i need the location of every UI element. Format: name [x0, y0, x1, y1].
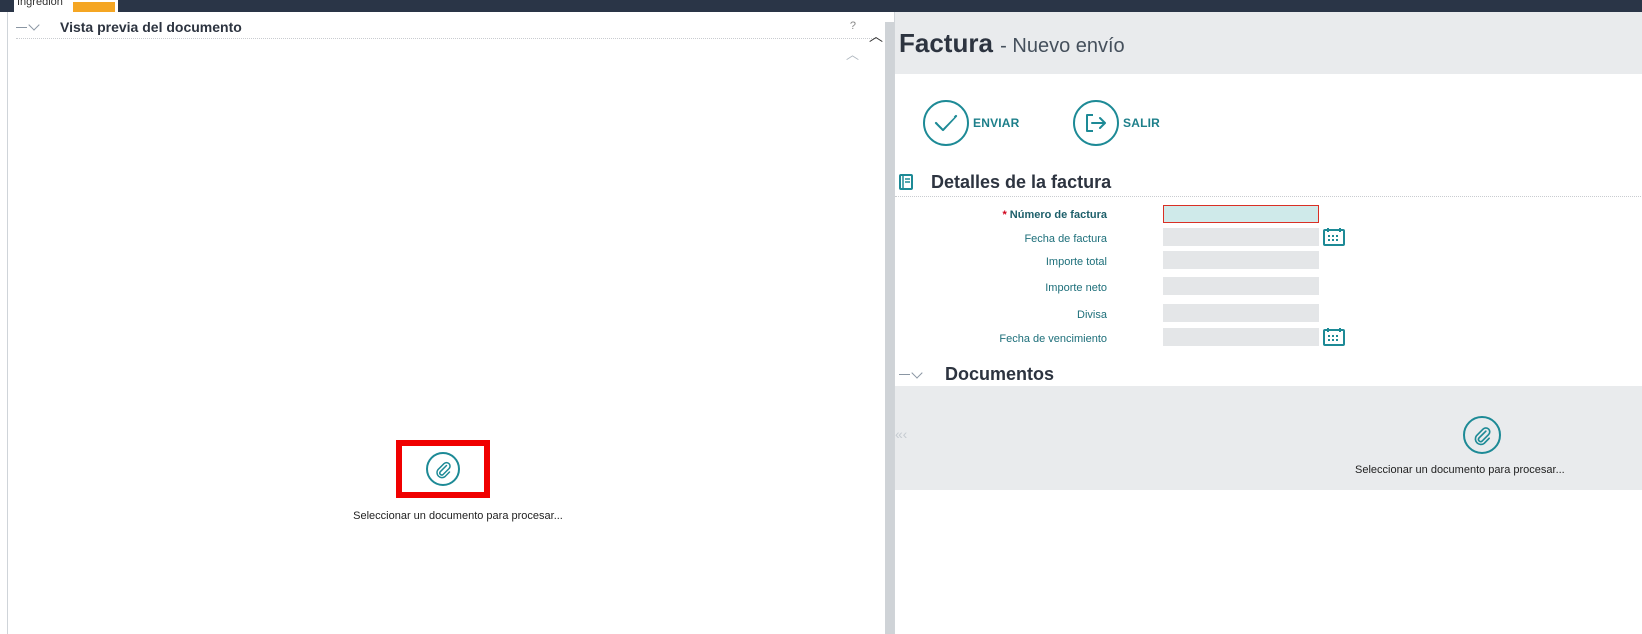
document-preview-header: Vista previa del documento ?: [16, 16, 878, 39]
invoice-number-field[interactable]: [1163, 205, 1319, 223]
paperclip-icon: [426, 452, 460, 486]
notebook-icon: [899, 174, 913, 190]
currency-label: Divisa: [1077, 309, 1107, 321]
chevron-down-icon: [28, 19, 40, 31]
page-title: Factura - Nuevo envío: [899, 28, 1125, 59]
invoice-details-title: Detalles de la factura: [931, 172, 1112, 192]
check-icon: [923, 100, 969, 146]
attach-document-button[interactable]: [396, 440, 490, 498]
currency-field[interactable]: [1163, 304, 1319, 322]
previous-page-icon[interactable]: « ‹: [895, 426, 907, 442]
document-preview-title: Vista previa del documento: [60, 19, 242, 35]
invoice-date-field[interactable]: [1163, 228, 1319, 246]
minus-icon: [16, 26, 27, 28]
chevron-down-icon: [911, 366, 923, 379]
net-amount-field[interactable]: [1163, 277, 1319, 295]
divider: [895, 196, 1642, 198]
total-amount-label: Importe total: [1045, 256, 1107, 268]
panel-edge: [7, 12, 8, 634]
documents-header: Documentos: [899, 364, 1054, 385]
app-tab-accent: [73, 2, 115, 12]
minus-icon: [899, 374, 910, 375]
help-icon[interactable]: ?: [850, 20, 856, 32]
exit-button-label: SALIR: [1123, 116, 1160, 130]
documents-area: « ‹ Seleccionar un documento para proces…: [895, 386, 1642, 490]
attach-document-button[interactable]: [1463, 416, 1501, 454]
scrollbar[interactable]: [885, 22, 894, 634]
calendar-icon[interactable]: [1323, 328, 1345, 346]
due-date-label: Fecha de vencimiento: [999, 333, 1107, 345]
form-header: Factura - Nuevo envío: [895, 12, 1642, 74]
document-preview-panel: Vista previa del documento ? Seleccionar…: [0, 12, 885, 634]
page-title-main: Factura: [899, 28, 993, 58]
documents-collapse-toggle[interactable]: [899, 366, 937, 379]
send-button[interactable]: ENVIAR: [923, 100, 1020, 146]
paperclip-icon: [1463, 416, 1501, 454]
top-bar: Ingredion: [0, 0, 1642, 13]
calendar-icon[interactable]: [1323, 228, 1345, 246]
documents-title: Documentos: [945, 364, 1055, 384]
send-button-label: ENVIAR: [973, 116, 1020, 130]
exit-button[interactable]: SALIR: [1073, 100, 1160, 146]
page-subtitle: - Nuevo envío: [1000, 35, 1125, 57]
net-amount-label: Importe neto: [1045, 282, 1107, 294]
scroll-up-arrow-icon[interactable]: ︿: [869, 26, 883, 46]
invoice-form-panel: Factura - Nuevo envío ENVIAR SALIR Detal…: [894, 12, 1642, 634]
collapse-toggle[interactable]: [16, 19, 60, 31]
select-document-text: Seleccionar un documento para procesar..…: [353, 510, 563, 522]
preview-scroll-up-icon[interactable]: ︿: [846, 44, 859, 63]
invoice-date-label: Fecha de factura: [1024, 233, 1107, 245]
app-tab-label: Ingredion: [17, 0, 63, 8]
select-document-text: Seleccionar un documento para procesar..…: [1355, 464, 1565, 476]
invoice-number-label: * Número de factura: [1002, 209, 1107, 221]
exit-icon: [1073, 100, 1119, 146]
total-amount-field[interactable]: [1163, 251, 1319, 269]
due-date-field[interactable]: [1163, 328, 1319, 346]
